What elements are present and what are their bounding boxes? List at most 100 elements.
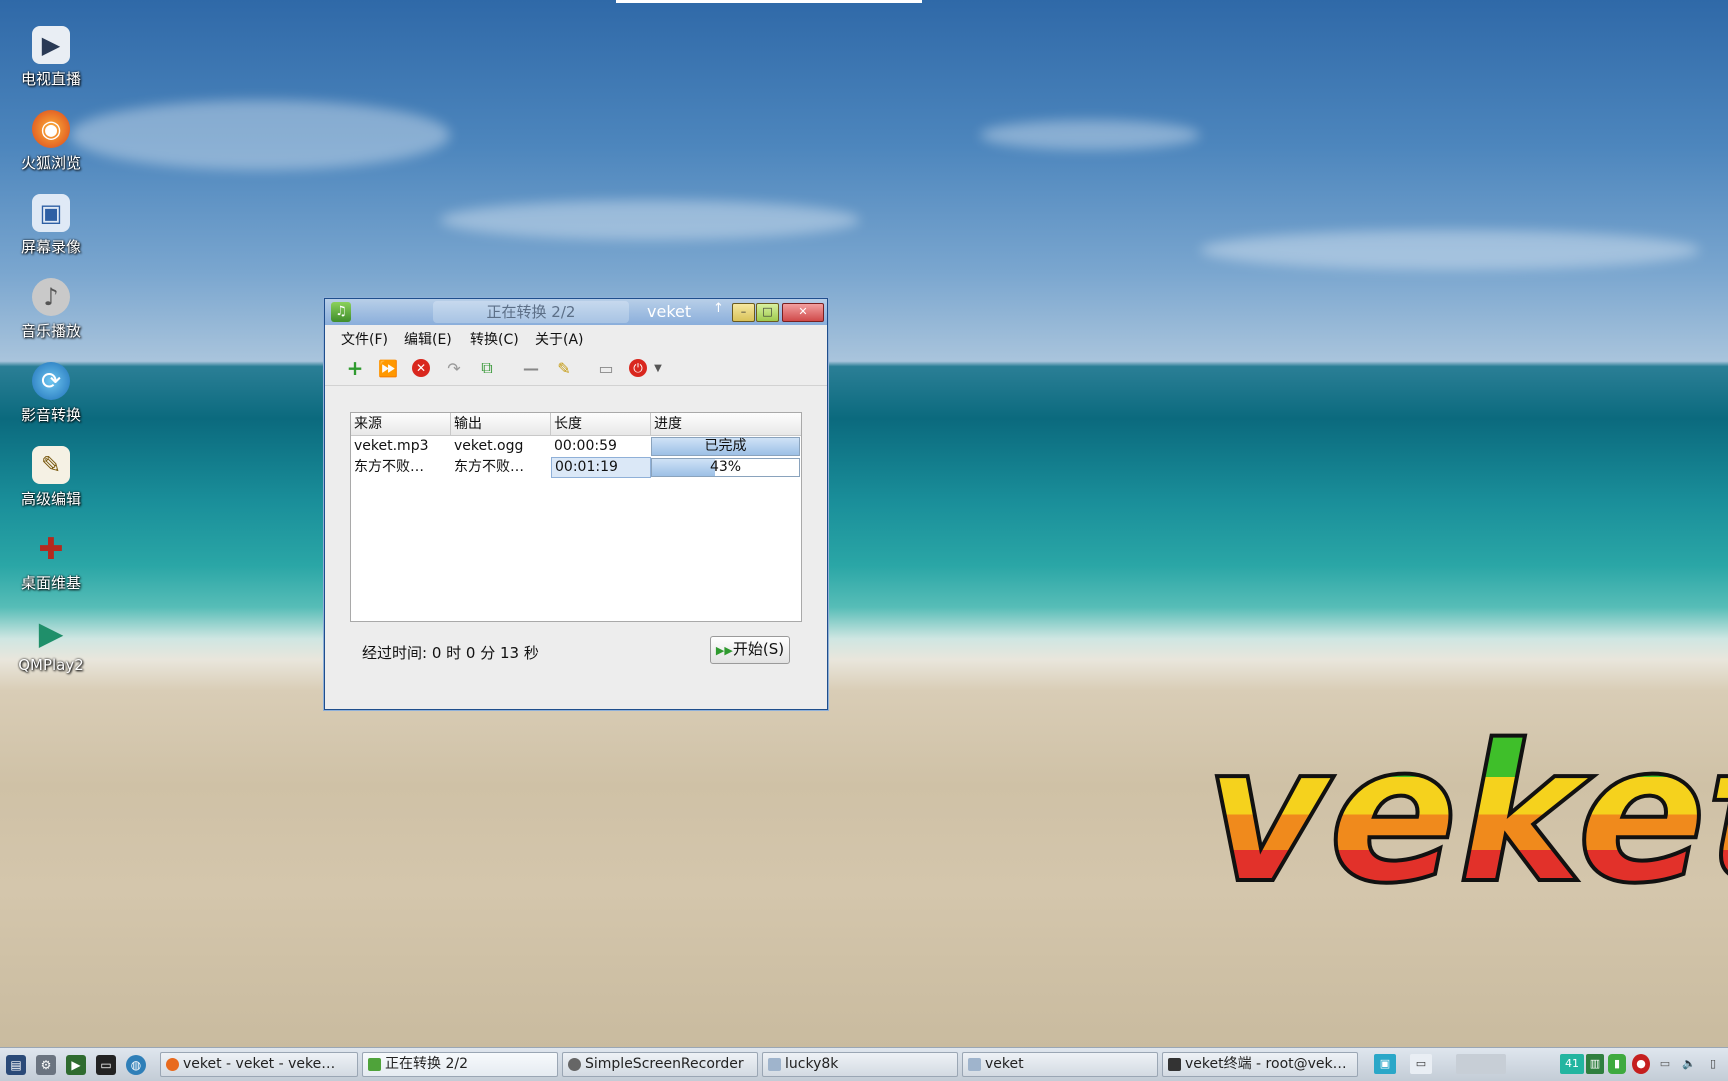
record-icon[interactable]: ● bbox=[1632, 1054, 1650, 1074]
folder-icon bbox=[768, 1058, 781, 1071]
add-icon[interactable]: + bbox=[344, 356, 366, 380]
cell-output: veket.ogg bbox=[454, 438, 524, 454]
desktop-icon-qmplay2[interactable]: ▶ QMPlay2 bbox=[8, 614, 94, 674]
media-convert-icon: ⟳ bbox=[32, 362, 70, 400]
redo-icon[interactable]: ↷ bbox=[443, 357, 465, 379]
network-icon[interactable]: ▥ bbox=[1586, 1054, 1604, 1074]
music-app-icon bbox=[368, 1058, 381, 1071]
maximize-button[interactable]: □ bbox=[756, 303, 779, 322]
menu-about[interactable]: 关于(A) bbox=[535, 329, 584, 349]
clean-icon[interactable]: ✎ bbox=[553, 357, 575, 379]
start-icon: ▶▶ bbox=[715, 644, 733, 657]
fast-forward-icon[interactable]: ⏩ bbox=[377, 357, 399, 379]
desktop-icon-label: 音乐播放 bbox=[20, 322, 81, 340]
stop-icon[interactable]: ✕ bbox=[410, 357, 432, 379]
progress-bar: 已完成 bbox=[651, 437, 800, 456]
task-label: veket bbox=[985, 1056, 1024, 1072]
taskbar: ▤ ⚙ ▶ ▭ ◍ veket - veket - veke… 正在转换 2/2… bbox=[0, 1047, 1728, 1081]
column-output[interactable]: 输出 bbox=[451, 413, 551, 435]
folder-icon bbox=[968, 1058, 981, 1071]
task-label: veket终端 - root@vek… bbox=[1185, 1056, 1347, 1072]
menu-file[interactable]: 文件(F) bbox=[341, 329, 388, 349]
globe-icon[interactable]: ◍ bbox=[126, 1055, 146, 1075]
task-label: SimpleScreenRecorder bbox=[585, 1056, 744, 1072]
table-header: 来源 输出 长度 进度 bbox=[351, 413, 801, 436]
menu-launcher-icon[interactable]: ▤ bbox=[6, 1055, 26, 1075]
task-folder-veket[interactable]: veket bbox=[962, 1052, 1158, 1077]
cloud bbox=[980, 120, 1200, 150]
battery-icon[interactable]: ▮ bbox=[1608, 1054, 1626, 1074]
play-launcher-icon[interactable]: ▶ bbox=[66, 1055, 86, 1075]
task-terminal[interactable]: veket终端 - root@vek… bbox=[1162, 1052, 1358, 1077]
menu-bar: 文件(F) 编辑(E) 转换(C) 关于(A) bbox=[325, 325, 827, 351]
minimize-button[interactable]: – bbox=[732, 303, 755, 322]
desktop-icon-wiki[interactable]: ✚ 桌面维基 bbox=[8, 530, 94, 593]
terminal-launcher-icon[interactable]: ▭ bbox=[96, 1055, 116, 1075]
task-label: veket - veket - veke… bbox=[183, 1056, 336, 1072]
window-title: veket bbox=[647, 302, 692, 321]
window-titlebar[interactable]: ♫ 正在转换 2/2 veket ↑ – □ ✕ bbox=[325, 299, 827, 325]
task-converter[interactable]: 正在转换 2/2 bbox=[362, 1052, 558, 1077]
desktop-icon-firefox[interactable]: ◉ 火狐浏览 bbox=[8, 110, 94, 173]
elapsed-time: 经过时间: 0 时 0 分 13 秒 bbox=[362, 644, 539, 662]
progress-text: 43% bbox=[709, 459, 742, 475]
chevron-down-icon[interactable]: ▼ bbox=[647, 357, 669, 379]
clipboard-icon[interactable]: ▯ bbox=[1704, 1054, 1722, 1074]
firefox-icon bbox=[166, 1058, 179, 1071]
desktop-icon-text-editor[interactable]: ✎ 高级编辑 bbox=[8, 446, 94, 509]
desktop-icon-label: 电视直播 bbox=[20, 70, 81, 88]
task-firefox[interactable]: veket - veket - veke… bbox=[160, 1052, 358, 1077]
top-edge-bar bbox=[616, 0, 922, 3]
pin-icon[interactable]: ↑ bbox=[713, 301, 724, 316]
progress-bar: 43% bbox=[651, 458, 800, 477]
desktop-icon-label: QMPlay2 bbox=[18, 656, 84, 674]
conversion-table: 来源 输出 长度 进度 veket.mp3 veket.ogg 00:00:59… bbox=[350, 412, 802, 622]
cpu-indicator[interactable]: 41 bbox=[1560, 1054, 1584, 1074]
veket-logo: veket bbox=[1205, 702, 1728, 900]
copy-icon[interactable]: ⧉ bbox=[476, 357, 498, 379]
screen-recorder-icon: ▣ bbox=[32, 194, 70, 232]
play-icon: ▶ bbox=[38, 614, 64, 652]
column-progress[interactable]: 进度 bbox=[651, 413, 801, 435]
workspace-pager[interactable] bbox=[1456, 1054, 1506, 1074]
keyboard-icon[interactable]: ▭ bbox=[1656, 1054, 1674, 1074]
logo-text: veket bbox=[1205, 704, 1728, 900]
menu-convert[interactable]: 转换(C) bbox=[470, 329, 519, 349]
task-folder-lucky8k[interactable]: lucky8k bbox=[762, 1052, 958, 1077]
desktop-icon-media-convert[interactable]: ⟳ 影音转换 bbox=[8, 362, 94, 425]
close-button[interactable]: ✕ bbox=[782, 303, 824, 322]
column-length[interactable]: 长度 bbox=[551, 413, 651, 435]
task-label: lucky8k bbox=[785, 1056, 839, 1072]
folder-icon[interactable]: ▭ bbox=[595, 357, 617, 379]
desktop-icon-label: 影音转换 bbox=[20, 406, 81, 424]
progress-text: 已完成 bbox=[704, 438, 747, 454]
cloud bbox=[1200, 230, 1700, 270]
remove-icon[interactable]: — bbox=[520, 357, 542, 379]
table-row[interactable]: veket.mp3 veket.ogg 00:00:59 已完成 bbox=[351, 436, 801, 457]
desktop-icon-tv[interactable]: ▶ 电视直播 bbox=[8, 26, 94, 89]
volume-icon[interactable]: 🔈 bbox=[1680, 1054, 1698, 1074]
settings-icon[interactable]: ⚙ bbox=[36, 1055, 56, 1075]
text-editor-icon: ✎ bbox=[32, 446, 70, 484]
window-icon[interactable]: ▭ bbox=[1410, 1054, 1432, 1074]
terminal-icon bbox=[1168, 1058, 1181, 1071]
window-tab-title[interactable]: 正在转换 2/2 bbox=[433, 301, 629, 323]
cell-source: 东方不败… bbox=[354, 459, 424, 475]
cloud bbox=[70, 100, 450, 170]
toolbar: + ⏩ ✕ ↷ ⧉ — ✎ ▭ ⏻ ▼ bbox=[325, 351, 827, 386]
desktop-icon-music[interactable]: ♪ 音乐播放 bbox=[8, 278, 94, 341]
task-screen-recorder[interactable]: SimpleScreenRecorder bbox=[562, 1052, 758, 1077]
recorder-icon bbox=[568, 1058, 581, 1071]
desktop-icon-label: 火狐浏览 bbox=[20, 154, 81, 172]
cloud bbox=[440, 200, 860, 240]
desktop-icon-screen-recorder[interactable]: ▣ 屏幕录像 bbox=[8, 194, 94, 257]
music-app-icon: ♫ bbox=[331, 302, 351, 322]
power-icon[interactable]: ⏻ bbox=[627, 357, 649, 379]
desktop-switch-icon[interactable]: ▣ bbox=[1374, 1054, 1396, 1074]
task-label: 正在转换 2/2 bbox=[385, 1056, 468, 1072]
column-source[interactable]: 来源 bbox=[351, 413, 451, 435]
cell-length: 00:00:59 bbox=[554, 438, 617, 454]
menu-edit[interactable]: 编辑(E) bbox=[404, 329, 452, 349]
table-row[interactable]: 东方不败… 东方不败… 00:01:19 43% bbox=[351, 457, 801, 478]
start-button[interactable]: ▶▶开始(S) bbox=[710, 636, 790, 664]
